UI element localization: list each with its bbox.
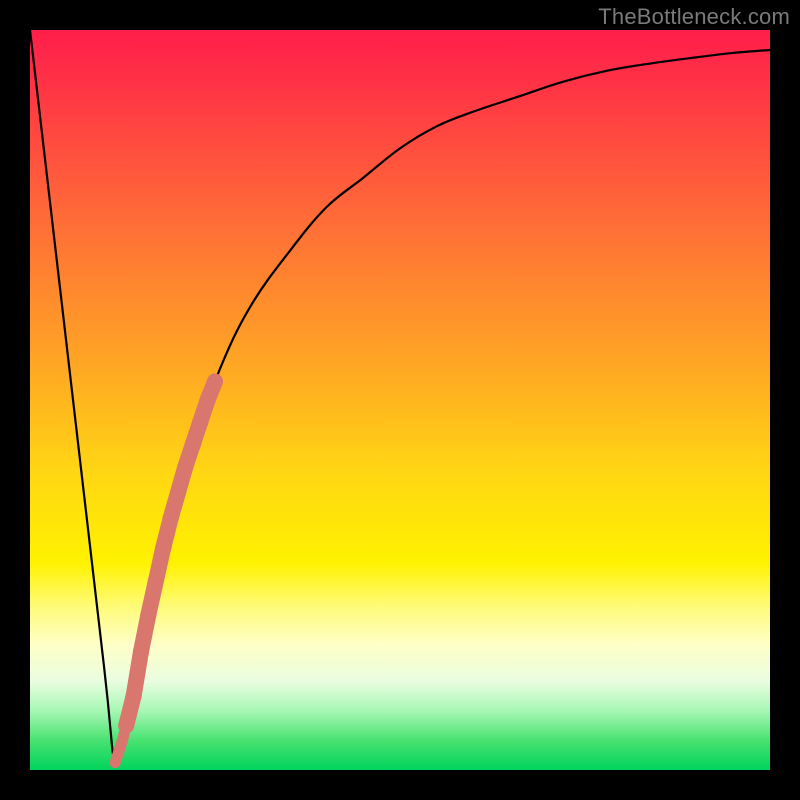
chart-frame: TheBottleneck.com xyxy=(0,0,800,800)
attribution-text: TheBottleneck.com xyxy=(598,4,790,30)
highlight-bead-segment xyxy=(118,374,223,734)
chart-svg xyxy=(30,30,770,770)
plot-area xyxy=(30,30,770,770)
